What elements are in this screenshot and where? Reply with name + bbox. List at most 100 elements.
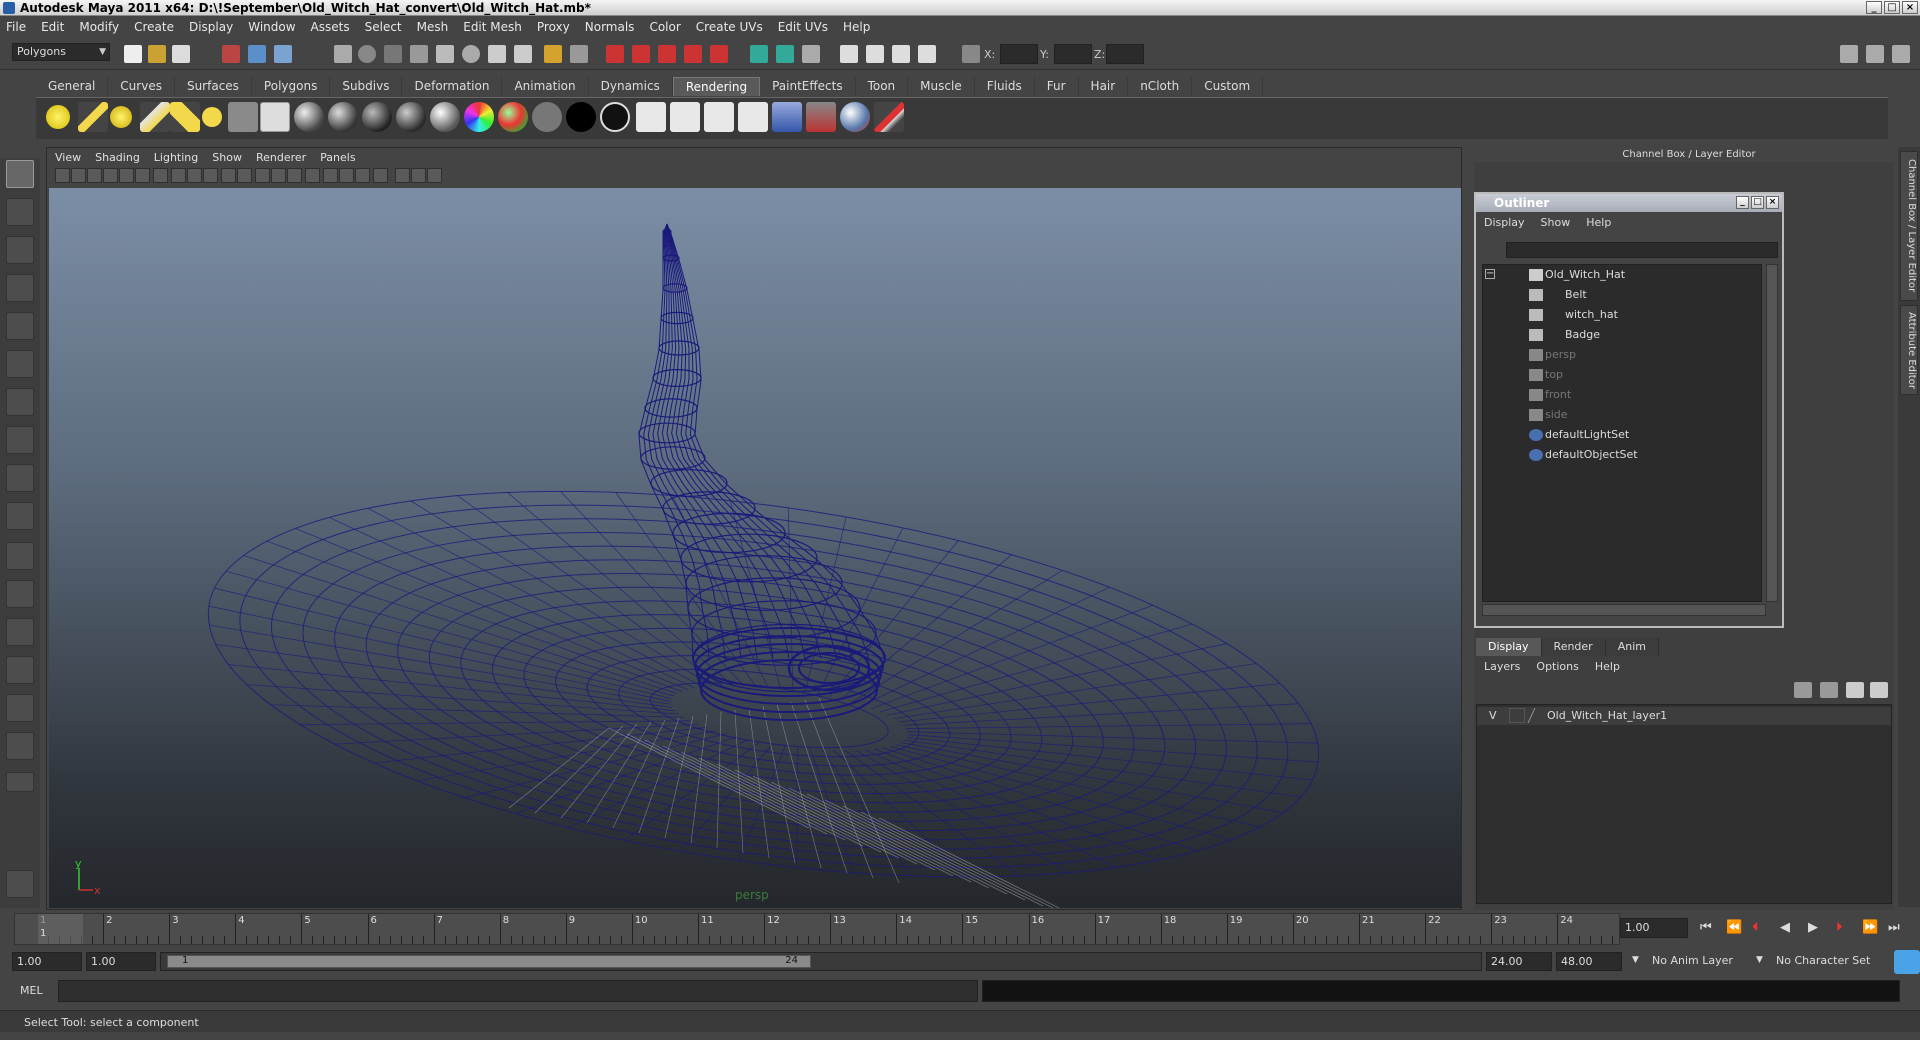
range-slider[interactable]: 1 24 [160, 952, 1482, 971]
snap-curve-icon[interactable] [632, 45, 650, 63]
outliner-item-top[interactable]: top [1545, 368, 1563, 381]
x-field[interactable] [1000, 44, 1038, 64]
command-language-label[interactable]: MEL [20, 984, 43, 997]
viewport-menu-lighting[interactable]: Lighting [154, 151, 198, 164]
menu-create-uvs[interactable]: Create UVs [696, 20, 763, 34]
select-by-deform-icon[interactable] [436, 45, 454, 63]
shadows-icon[interactable] [355, 168, 370, 183]
ipr-render-icon[interactable] [892, 45, 910, 63]
layer-down-icon[interactable] [1820, 682, 1838, 698]
layer-menu-options[interactable]: Options [1536, 660, 1578, 673]
outliner-item-side[interactable]: side [1545, 408, 1568, 421]
menu-window[interactable]: Window [248, 20, 295, 34]
outliner-close-button[interactable]: × [1766, 196, 1779, 209]
select-component-icon[interactable] [274, 45, 292, 63]
side-tab-channel-box[interactable]: Channel Box / Layer Editor [1900, 151, 1918, 301]
resolution-gate-icon[interactable] [135, 168, 150, 183]
viewport-menu-show[interactable]: Show [212, 151, 242, 164]
shelf-tab-dynamics[interactable]: Dynamics [588, 77, 673, 96]
flat-shade-icon[interactable] [271, 168, 286, 183]
shelf-tab-curves[interactable]: Curves [108, 77, 175, 96]
open-scene-icon[interactable] [148, 45, 166, 63]
last-tool-icon[interactable] [6, 502, 34, 530]
camera-icon[interactable] [228, 102, 258, 132]
select-object-icon[interactable] [248, 45, 266, 63]
viewport-menu-view[interactable]: View [55, 151, 81, 164]
field-chart-icon[interactable] [171, 168, 186, 183]
shelf-tab-rendering[interactable]: Rendering [672, 77, 761, 96]
show-manip-icon[interactable] [6, 464, 34, 492]
menu-display[interactable]: Display [189, 20, 233, 34]
make-live-icon[interactable] [710, 45, 728, 63]
snap-point-icon[interactable] [658, 45, 676, 63]
outliner-minimize-button[interactable]: _ [1736, 196, 1749, 209]
anim-start-field[interactable]: 1.00 [12, 952, 82, 971]
single-perspective-layout-icon[interactable] [6, 542, 34, 570]
layer-display-type-toggle[interactable] [1509, 708, 1525, 723]
tool-settings-toggle-icon[interactable] [1892, 45, 1910, 63]
blinn-shader-icon[interactable] [294, 102, 324, 132]
persp-graph-hypergraph-layout-icon[interactable] [6, 732, 34, 760]
outliner-item-persp[interactable]: persp [1545, 348, 1576, 361]
smooth-shade-icon[interactable] [237, 168, 252, 183]
all-lights-icon[interactable] [339, 168, 354, 183]
outliner-menu-display[interactable]: Display [1484, 216, 1525, 229]
outliner-item-belt[interactable]: Belt [1565, 288, 1587, 301]
ramp-shader-icon[interactable] [498, 102, 528, 132]
layer-up-icon[interactable] [1794, 682, 1812, 698]
soft-mod-tool-icon[interactable] [6, 426, 34, 454]
menu-file[interactable]: File [6, 20, 26, 34]
layer-menu-help[interactable]: Help [1595, 660, 1620, 673]
scale-tool-icon[interactable] [6, 350, 34, 378]
shelf-tab-painteffects[interactable]: PaintEffects [760, 77, 856, 96]
layout-expand-icon[interactable] [6, 772, 34, 792]
universal-manip-icon[interactable] [6, 388, 34, 416]
close-button[interactable]: × [1902, 1, 1918, 14]
point-light-icon[interactable] [110, 106, 132, 128]
default-light-icon[interactable] [323, 168, 338, 183]
select-by-joint-icon[interactable] [462, 45, 480, 63]
maximize-button[interactable]: □ [1884, 1, 1900, 14]
anisotropic-shader-icon[interactable] [430, 102, 460, 132]
menu-help[interactable]: Help [843, 20, 870, 34]
paint-select-tool-icon[interactable] [6, 236, 34, 264]
minimize-button[interactable]: _ [1866, 1, 1882, 14]
menu-select[interactable]: Select [365, 20, 402, 34]
viewport-menu-shading[interactable]: Shading [95, 151, 140, 164]
shelf-tab-general[interactable]: General [36, 77, 109, 96]
select-by-pivot-icon[interactable] [358, 45, 376, 63]
select-tool-icon[interactable] [6, 160, 34, 188]
z-field[interactable] [1106, 44, 1144, 64]
new-layer-icon[interactable] [1846, 682, 1864, 698]
new-layer-from-selection-icon[interactable] [1870, 682, 1888, 698]
menu-normals[interactable]: Normals [585, 20, 635, 34]
outliner-item-default-light-set[interactable]: defaultLightSet [1545, 428, 1629, 441]
batch-render-shelf-icon[interactable] [738, 102, 768, 132]
shelf-tab-custom[interactable]: Custom [1192, 77, 1264, 96]
shelf-tab-ncloth[interactable]: nCloth [1128, 77, 1193, 96]
new-scene-icon[interactable] [124, 45, 142, 63]
quick-layout-icon[interactable] [6, 870, 34, 898]
surface-shader-icon[interactable] [532, 102, 562, 132]
menu-color[interactable]: Color [649, 20, 680, 34]
channel-box-toggle-icon[interactable] [1866, 45, 1884, 63]
mel-command-input[interactable] [58, 980, 978, 1002]
menu-modify[interactable]: Modify [79, 20, 119, 34]
textured-icon[interactable] [305, 168, 320, 183]
menu-create[interactable]: Create [134, 20, 174, 34]
outliner-item-front[interactable]: front [1545, 388, 1571, 401]
mental-ray-icon[interactable] [840, 102, 870, 132]
outliner-menu-help[interactable]: Help [1586, 216, 1611, 229]
outliner-maximize-button[interactable]: □ [1751, 196, 1764, 209]
shelf-tab-animation[interactable]: Animation [502, 77, 589, 96]
safe-action-icon[interactable] [187, 168, 202, 183]
step-forward-key-icon[interactable]: ⏵ [1836, 920, 1843, 935]
play-backwards-icon[interactable]: ◀ [1780, 920, 1790, 935]
wireframe-icon[interactable] [221, 168, 236, 183]
area-light-icon[interactable] [170, 102, 200, 132]
hypershade-persp-layout-icon[interactable] [6, 694, 34, 722]
camera-attributes-icon[interactable] [55, 168, 70, 183]
save-scene-icon[interactable] [172, 45, 190, 63]
select-by-handle-icon[interactable] [334, 45, 352, 63]
layer-tab-display[interactable]: Display [1476, 638, 1542, 656]
